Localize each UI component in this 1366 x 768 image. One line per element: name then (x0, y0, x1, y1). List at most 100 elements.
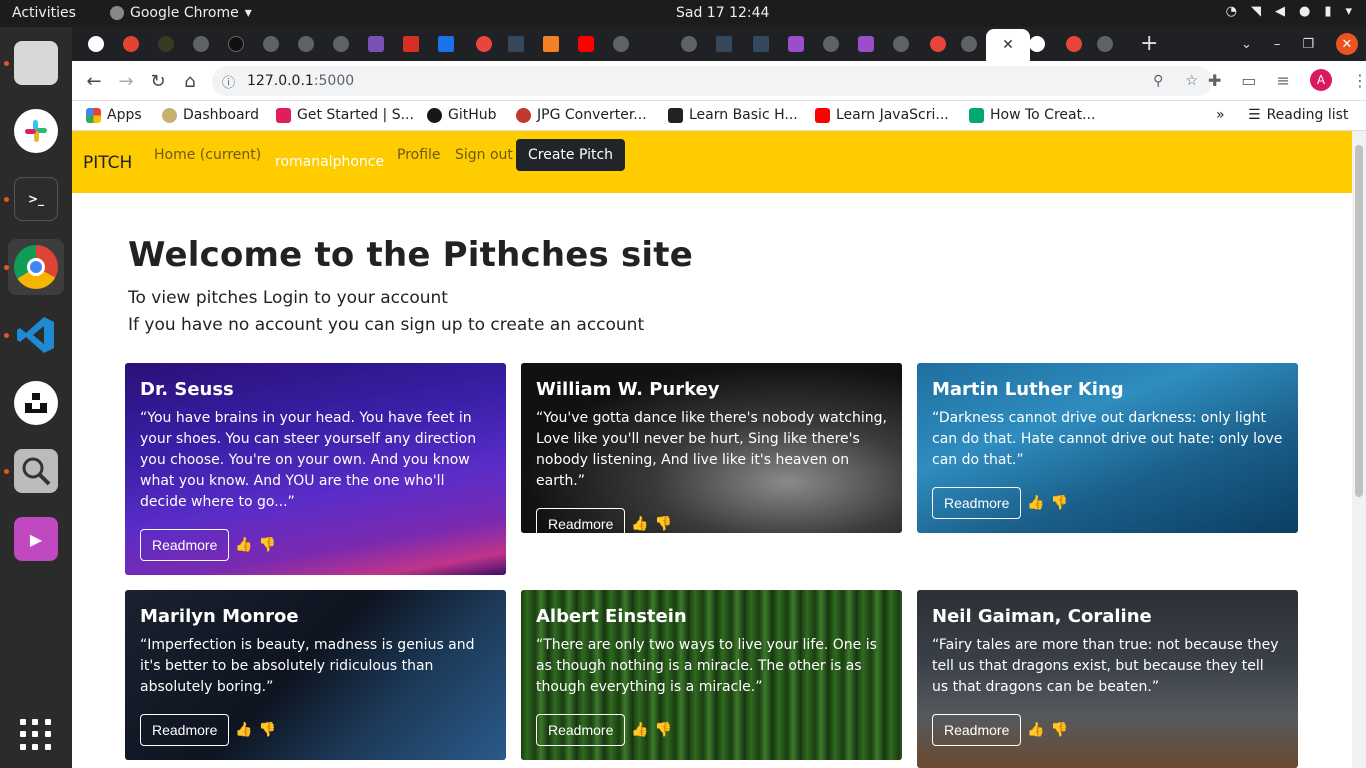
tab-search-icon[interactable]: ⌄ (1241, 37, 1252, 52)
tab[interactable] (1062, 33, 1086, 55)
thumbs-down-icon[interactable]: 👎 (259, 722, 276, 738)
tab[interactable] (677, 33, 701, 55)
thumbs-down-icon[interactable]: 👎 (655, 722, 672, 738)
new-tab-button[interactable]: + (1140, 31, 1158, 56)
bookmark-get-started[interactable]: Get Started | S... (276, 107, 414, 123)
tab[interactable] (889, 33, 913, 55)
dock-terminal[interactable]: >_ (4, 171, 64, 227)
tab[interactable] (712, 33, 736, 55)
bookmark-apps[interactable]: Apps (86, 107, 142, 123)
create-pitch-button[interactable]: Create Pitch (516, 139, 626, 171)
tab[interactable] (434, 33, 458, 55)
tab[interactable] (819, 33, 843, 55)
tab[interactable] (119, 33, 143, 55)
dock-chrome[interactable] (4, 239, 64, 295)
thumbs-up-icon[interactable]: 👍 (235, 537, 252, 553)
dock-files[interactable] (4, 35, 64, 91)
bookmarks-overflow-button[interactable]: » (1216, 107, 1225, 123)
profile-avatar[interactable]: A (1309, 69, 1332, 91)
terminal-icon: >_ (14, 177, 58, 221)
dock-unsplash[interactable] (8, 375, 64, 431)
thumbs-down-icon[interactable]: 👎 (1051, 722, 1068, 738)
tab[interactable] (329, 33, 353, 55)
back-arrow-icon[interactable]: ← (82, 69, 106, 93)
bookmark-dashboard[interactable]: Dashboard (162, 107, 259, 123)
address-bar[interactable]: ⓘ 127.0.0.1:5000 ⚲ ☆ (212, 66, 1212, 96)
thumbs-up-icon[interactable]: 👍 (631, 516, 648, 532)
maximize-icon[interactable]: ❐ (1302, 37, 1314, 52)
media-control-icon[interactable]: ≡ (1277, 71, 1290, 90)
tab[interactable] (784, 33, 808, 55)
tab[interactable] (539, 33, 563, 55)
card-quote: “There are only two ways to live your li… (536, 637, 877, 695)
tab[interactable] (224, 33, 248, 55)
dock-vscode[interactable] (4, 307, 64, 363)
tab[interactable] (189, 33, 213, 55)
thumbs-up-icon[interactable]: 👍 (235, 722, 252, 738)
close-window-icon[interactable]: ✕ (1336, 33, 1358, 55)
nav-home-link[interactable]: Home (current) (154, 147, 261, 163)
show-applications-icon[interactable] (20, 719, 52, 751)
cast-icon[interactable]: ▭ (1241, 71, 1256, 90)
zoom-icon[interactable]: ⚲ (1153, 73, 1163, 89)
nav-username[interactable]: romanalphonce (275, 154, 384, 170)
tab[interactable] (399, 33, 423, 55)
minimize-icon[interactable]: – (1274, 37, 1281, 52)
browser-menu-icon[interactable]: ⋮ (1352, 71, 1366, 90)
site-brand[interactable]: PITCH (83, 153, 132, 173)
activities-button[interactable]: Activities (12, 5, 76, 21)
tab[interactable] (294, 33, 318, 55)
tab[interactable] (1093, 33, 1117, 55)
scrollbar-thumb[interactable] (1355, 145, 1363, 497)
extensions-icon[interactable]: ✚ (1208, 71, 1221, 90)
thumbs-down-icon[interactable]: 👎 (259, 537, 276, 553)
forward-arrow-icon[interactable]: → (114, 69, 138, 93)
readmore-button[interactable]: Readmore (932, 714, 1022, 746)
tab[interactable] (926, 33, 950, 55)
page-scrollbar[interactable] (1352, 131, 1366, 768)
tab[interactable] (259, 33, 283, 55)
thumbs-down-icon[interactable]: 👎 (1051, 495, 1068, 511)
tab[interactable] (84, 33, 108, 55)
tab[interactable] (154, 33, 178, 55)
tab[interactable] (609, 33, 633, 55)
thumbs-up-icon[interactable]: 👍 (631, 722, 648, 738)
tab[interactable] (472, 33, 496, 55)
tab[interactable] (1025, 33, 1049, 55)
thumbs-up-icon[interactable]: 👍 (1027, 722, 1044, 738)
clock[interactable]: Sad 17 12:44 (676, 5, 769, 21)
dock-slack[interactable] (8, 103, 64, 159)
app-menu[interactable]: Google Chrome ▾ (110, 5, 252, 21)
close-tab-icon[interactable]: ✕ (1002, 37, 1014, 53)
readmore-button[interactable]: Readmore (140, 714, 230, 746)
thumbs-down-icon[interactable]: 👎 (655, 516, 672, 532)
bookmark-star-icon[interactable]: ☆ (1185, 73, 1198, 89)
bookmark-github[interactable]: GitHub (427, 107, 497, 123)
tab[interactable] (364, 33, 388, 55)
tab[interactable] (957, 33, 981, 55)
tab-active[interactable]: ✕ (986, 29, 1030, 61)
reload-icon[interactable]: ↻ (146, 69, 170, 93)
tab[interactable] (504, 33, 528, 55)
readmore-button[interactable]: Readmore (932, 487, 1022, 519)
bookmark-learn-basic-html[interactable]: Learn Basic H... (668, 107, 798, 123)
apps-grid-icon (86, 107, 101, 123)
readmore-button[interactable]: Readmore (536, 714, 626, 746)
nav-profile-link[interactable]: Profile (397, 147, 441, 163)
tab[interactable] (854, 33, 878, 55)
bookmark-learn-javascript[interactable]: Learn JavaScri... (815, 107, 949, 123)
bookmark-how-to-create[interactable]: How To Creat... (969, 107, 1095, 123)
nav-signout-link[interactable]: Sign out (455, 147, 513, 163)
dock-image-viewer[interactable] (4, 443, 64, 499)
tab[interactable] (574, 33, 598, 55)
site-info-icon[interactable]: ⓘ (222, 72, 235, 91)
bookmark-jpg-converter[interactable]: JPG Converter... (516, 107, 647, 123)
readmore-button[interactable]: Readmore (536, 508, 626, 533)
home-icon[interactable]: ⌂ (178, 69, 202, 93)
thumbs-up-icon[interactable]: 👍 (1027, 495, 1044, 511)
dock-media-player[interactable]: ▶ (8, 511, 64, 567)
system-tray[interactable]: ◔ ◥ ◀ ● ▮ ▾ (1226, 4, 1352, 19)
tab[interactable] (749, 33, 773, 55)
readmore-button[interactable]: Readmore (140, 529, 230, 561)
reading-list-button[interactable]: ☰ Reading list (1248, 107, 1348, 123)
